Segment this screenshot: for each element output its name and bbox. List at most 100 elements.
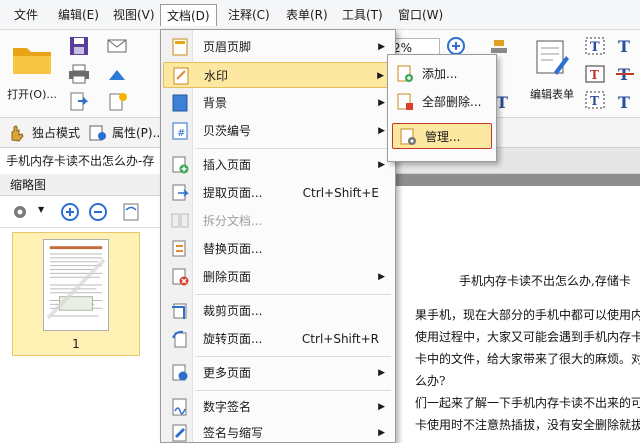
export-icon[interactable] (68, 92, 90, 112)
menu-separator (195, 148, 391, 149)
form-edit-icon (536, 40, 569, 75)
svg-text:T: T (590, 68, 599, 82)
document-line: 卡使用时不注意热插拔，没有安全删除就拔掉 (415, 418, 640, 432)
svg-text:T: T (496, 93, 508, 112)
delete-page-icon (172, 268, 189, 286)
folder-icon (13, 48, 51, 74)
combo-field-icon[interactable]: T (584, 90, 606, 110)
zoom-in-icon[interactable] (446, 36, 468, 56)
text-icon-right-3[interactable]: T (614, 92, 636, 112)
menu-item-header-footer[interactable]: 页眉页脚 ▶ (163, 34, 393, 60)
solo-mode-button[interactable]: 独占模式 (32, 118, 80, 148)
menu-separator (195, 356, 391, 357)
menu-item-insert-page[interactable]: 插入页面 ▶ (163, 152, 393, 178)
menu-file[interactable]: 文件 (12, 4, 40, 26)
submenu-arrow-icon: ▶ (378, 160, 385, 170)
document-line: 们一起来了解一下手机内存卡读不出来的可能 (415, 396, 640, 410)
submenu-arrow-icon: ▶ (378, 42, 385, 52)
menu-view[interactable]: 视图(V) (111, 4, 157, 26)
open-button[interactable]: 打开(O)... (4, 36, 60, 106)
split-document-icon (171, 213, 189, 228)
zoom-in-thumb-icon[interactable] (60, 202, 80, 222)
menu-item-background[interactable]: 背景 ▶ (163, 90, 393, 116)
document-line: 卡中的文件，给大家带来了很大的麻烦。对此， (415, 352, 640, 366)
menu-tools[interactable]: 工具(T) (340, 4, 385, 26)
edit-form-label: 编辑表单 (530, 88, 574, 101)
menu-item-watermark[interactable]: 水印 ▶ (163, 62, 393, 88)
gear-icon[interactable] (10, 203, 30, 221)
strike-text-icon[interactable]: T (614, 64, 636, 84)
menu-document[interactable]: 文档(D) (160, 4, 217, 26)
menu-item-delete-all-watermarks[interactable]: 全部删除... (390, 89, 494, 115)
rotate-page-icon[interactable] (120, 202, 142, 222)
menu-item-more-pages[interactable]: 更多页面 ▶ (163, 360, 393, 386)
menu-form[interactable]: 表单(R) (284, 4, 330, 26)
page-number-label: 1 (72, 337, 80, 351)
svg-text:T: T (618, 37, 630, 56)
bates-numbering-icon: # (172, 122, 188, 140)
sign-initials-icon (172, 424, 187, 442)
menu-item-replace-page[interactable]: 替换页面... (163, 236, 393, 262)
submenu-arrow-icon: ▶ (378, 272, 385, 282)
page-thumbnail-selected[interactable]: 1 (12, 232, 140, 356)
menu-item-sign-initials[interactable]: 签名与缩写 ▶ (163, 420, 393, 443)
edit-form-button[interactable]: 编辑表单 (524, 36, 580, 106)
submenu-arrow-icon: ▶ (377, 71, 384, 81)
rotate-page-menu-icon (172, 330, 187, 348)
stamp-icon[interactable] (488, 36, 510, 56)
document-line: 果手机，现在大部分的手机中都可以使用内存 (415, 308, 640, 322)
menu-item-add-watermark[interactable]: 添加... (390, 61, 494, 87)
menu-bar: 文件 编辑(E) 视图(V) 文档(D) 注释(C) 表单(R) 工具(T) 窗… (0, 0, 640, 30)
document-dropdown-menu: 页眉页脚 ▶ 水印 ▶ 背景 ▶ # 贝茨编号 ▶ 插入页面 ▶ 提取页面...… (160, 29, 396, 443)
text-field-icon[interactable]: T (584, 36, 606, 56)
properties-button[interactable]: 属性(P)... (112, 118, 164, 148)
menu-edit[interactable]: 编辑(E) (56, 4, 101, 26)
menu-separator (195, 390, 391, 391)
document-line: 么办? (415, 374, 446, 388)
document-tab[interactable]: 手机内存卡读不出怎么办-存 (0, 148, 170, 174)
submenu-arrow-icon: ▶ (378, 428, 385, 438)
cloud-icon[interactable] (106, 64, 128, 84)
background-icon (172, 94, 188, 112)
menu-window[interactable]: 窗口(W) (396, 4, 445, 26)
hand-icon (11, 125, 24, 142)
menu-item-manage-watermark[interactable]: 管理... (392, 123, 492, 149)
menu-item-split-document: 拆分文档... (163, 208, 393, 234)
watermark-submenu: 添加... 全部删除... 管理... (387, 54, 497, 162)
submenu-arrow-icon: ▶ (378, 368, 385, 378)
email-icon[interactable] (106, 36, 128, 56)
replace-page-icon (172, 240, 186, 257)
crop-page-icon (172, 303, 187, 319)
menu-separator (195, 294, 391, 295)
list-field-icon[interactable]: T (584, 64, 606, 84)
thumbnail-pane: 缩略图 ▼ 1 (0, 174, 164, 443)
svg-text:T: T (590, 94, 599, 108)
svg-text:#: # (177, 128, 185, 139)
delete-watermark-icon (397, 93, 413, 110)
zoom-out-thumb-icon[interactable] (88, 202, 108, 222)
menu-item-delete-page[interactable]: 删除页面 ▶ (163, 264, 393, 290)
document-line: 使用过程中，大家又可能会遇到手机内存卡读不 (415, 330, 640, 344)
submenu-arrow-icon: ▶ (378, 98, 385, 108)
properties-icon (89, 125, 106, 141)
menu-item-rotate-page[interactable]: 旋转页面... Ctrl+Shift+R (163, 326, 393, 352)
new-doc-icon[interactable] (106, 92, 128, 112)
menu-item-crop-page[interactable]: 裁剪页面... (163, 298, 393, 324)
document-title: 手机内存卡读不出怎么办,存储卡 (459, 274, 631, 288)
watermark-icon (173, 67, 189, 85)
save-icon[interactable] (68, 36, 90, 56)
svg-text:T: T (590, 40, 600, 55)
menu-comment[interactable]: 注释(C) (226, 4, 272, 26)
menu-item-bates-numbering[interactable]: # 贝茨编号 ▶ (163, 118, 393, 144)
page-thumbnail-image (43, 239, 109, 331)
insert-page-icon (172, 156, 189, 174)
add-watermark-icon (397, 65, 413, 82)
extract-page-icon (172, 184, 189, 201)
header-footer-icon (172, 38, 188, 56)
text-icon-right-1[interactable]: T (614, 36, 636, 56)
thumbnail-header: 缩略图 (0, 174, 163, 196)
menu-item-extract-page[interactable]: 提取页面... Ctrl+Shift+E (163, 180, 393, 206)
menu-item-digital-signature[interactable]: 数字签名 ▶ (163, 394, 393, 420)
gear-dropdown-icon[interactable]: ▼ (38, 205, 44, 214)
print-icon[interactable] (68, 64, 90, 84)
